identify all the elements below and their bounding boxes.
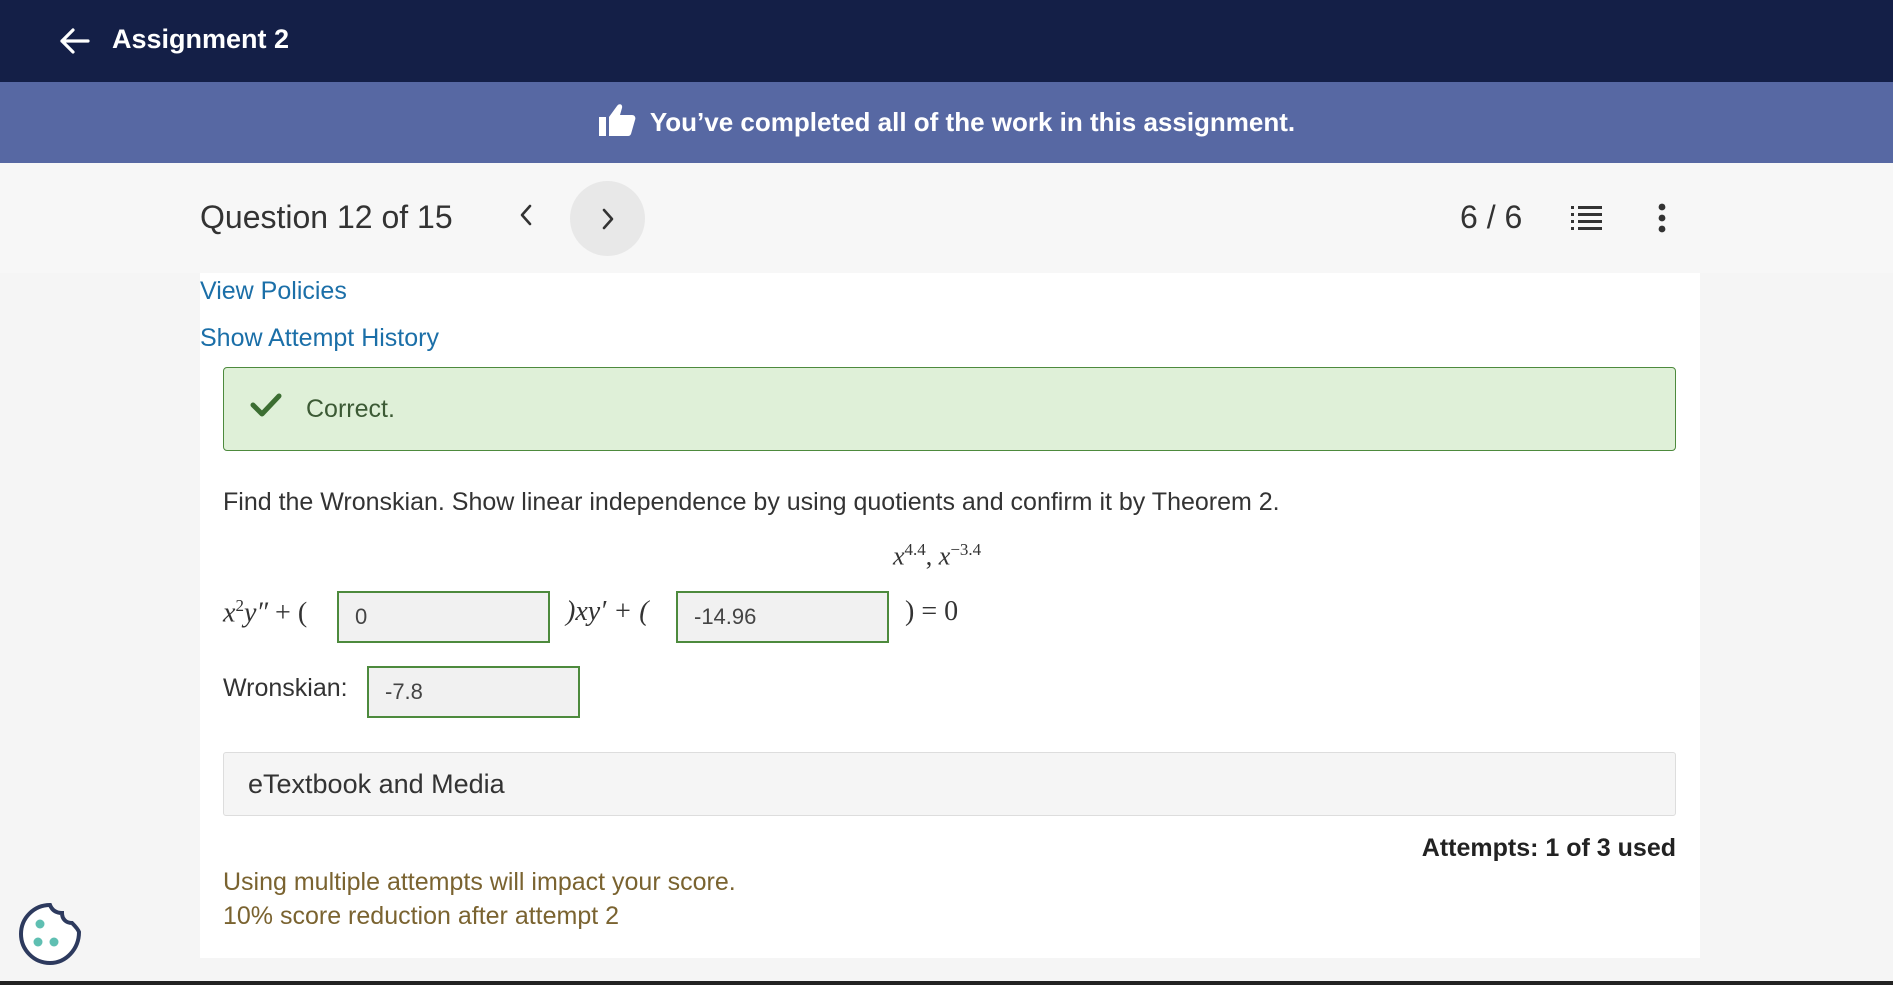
question-prompt: Find the Wronskian. Show linear independ… [223,488,1280,516]
numbered-list-icon [1571,206,1602,230]
assignment-title: Assignment 2 [112,24,290,54]
feedback-status: Correct. [306,395,395,423]
coefficient-1-input[interactable]: 0 [337,591,550,643]
top-bar: Assignment 2 [0,0,1893,82]
equation-part-1: x2y″ + ( [223,596,308,629]
view-policies-link[interactable]: View Policies [200,277,347,306]
next-question-button[interactable] [570,181,645,256]
given-functions: x4.4, x−3.4 [893,540,982,571]
bottom-divider [0,981,1893,985]
attempts-counter: Attempts: 1 of 3 used [1421,834,1676,862]
vertical-dots-icon [1658,203,1666,233]
question-header: Question 12 of 15 6 / 6 [0,163,1893,273]
more-options-button[interactable] [1648,200,1676,236]
chevron-right-icon [602,208,613,229]
previous-question-button[interactable] [508,197,544,233]
etextbook-media-panel[interactable]: eTextbook and Media [223,752,1676,816]
cookie-settings-icon[interactable] [18,902,82,966]
equation-part-2: )xy′ + ( [566,596,649,627]
back-arrow-icon[interactable] [58,24,92,58]
question-score: 6 / 6 [1460,199,1523,235]
coefficient-2-input[interactable]: -14.96 [676,591,889,643]
wronskian-label: Wronskian: [223,674,348,702]
checkmark-icon [250,392,282,423]
thumbs-up-icon [598,103,636,142]
attempt-warning-line-2: 10% score reduction after attempt 2 [223,902,620,930]
completion-banner: You’ve completed all of the work in this… [0,82,1893,163]
question-list-button[interactable] [1568,200,1604,236]
etextbook-label: eTextbook and Media [248,769,505,799]
wronskian-input[interactable]: -7.8 [367,666,580,718]
correct-feedback: Correct. [223,367,1676,451]
equation-part-3: ) = 0 [905,596,959,627]
attempt-warning-line-1: Using multiple attempts will impact your… [223,868,736,896]
completion-message: You’ve completed all of the work in this… [649,107,1296,137]
chevron-left-icon [520,204,532,226]
show-attempt-history-link[interactable]: Show Attempt History [200,324,439,353]
question-counter: Question 12 of 15 [200,199,453,235]
